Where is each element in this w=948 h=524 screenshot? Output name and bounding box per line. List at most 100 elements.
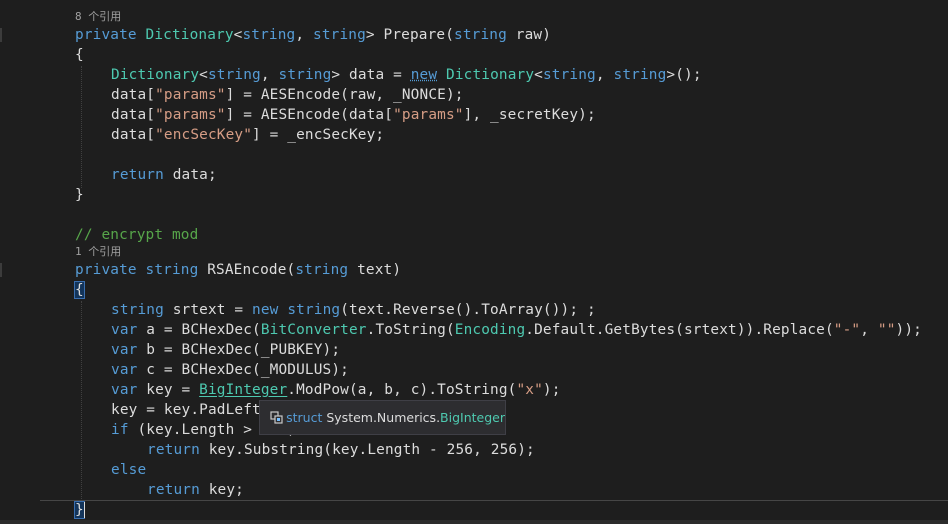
token: raw) [506, 27, 552, 43]
token: string [313, 27, 366, 43]
token: Dictionary [111, 67, 200, 83]
token: string [111, 302, 164, 318]
token: "params" [155, 107, 226, 123]
token: (text.Reverse().ToArray()); ; [340, 302, 596, 318]
quick-info-tooltip: struct System.Numerics. BigInteger [259, 400, 506, 435]
token: return [111, 167, 164, 183]
token: ], _secretKey); [463, 107, 596, 123]
current-line-highlight [40, 500, 948, 522]
indent-guide [81, 66, 82, 188]
tooltip-kind: struct [286, 410, 323, 425]
token: , [260, 67, 279, 83]
token: new [252, 302, 279, 318]
token: BitConverter [260, 322, 367, 338]
token: .ModPow(a, b, c).ToString( [287, 382, 517, 398]
token: ); [542, 382, 561, 398]
token: } [75, 187, 84, 203]
code-line[interactable]: string srtext = new string(text.Reverse(… [111, 300, 596, 320]
tooltip-type: BigInteger [440, 410, 505, 425]
indent-guide [81, 301, 82, 499]
token: "encSecKey" [155, 127, 253, 143]
token: < [199, 67, 208, 83]
code-line[interactable]: var a = BCHexDec(BitConverter.ToString(E… [111, 320, 922, 340]
code-line[interactable]: data["params"] = AESEncode(data["params"… [111, 105, 596, 125]
token: if [111, 422, 129, 438]
codelens-references[interactable]: 1 个引用 [75, 244, 121, 260]
token: private [75, 262, 146, 278]
token: .ToString( [366, 322, 455, 338]
token: return [147, 442, 200, 458]
token: key = key.PadLeft [111, 402, 261, 418]
matched-brace: { [74, 281, 85, 299]
token: string [613, 67, 667, 83]
tooltip-namespace: System.Numerics. [326, 410, 441, 425]
token: private [75, 27, 146, 43]
token: else [111, 462, 147, 478]
hovered-type-link[interactable]: BigInteger [199, 382, 287, 398]
token: < [534, 67, 543, 83]
token: Dictionary [446, 67, 535, 83]
token: { [75, 47, 84, 63]
code-line[interactable]: return key.Substring(key.Length - 256, 2… [147, 440, 535, 460]
token: string [278, 67, 332, 83]
code-line[interactable]: var c = BCHexDec(_MODULUS); [111, 360, 349, 380]
token: srtext = [163, 302, 253, 318]
token: "x" [516, 382, 543, 398]
token: , [295, 27, 314, 43]
token: >(); [666, 67, 702, 83]
token: "params" [155, 87, 226, 103]
token: "-" [833, 322, 861, 338]
code-line[interactable]: return data; [111, 165, 217, 185]
token: var [111, 322, 138, 338]
code-line[interactable]: // encrypt mod [75, 225, 198, 245]
token: > Prepare( [365, 27, 455, 43]
token: string [295, 262, 349, 278]
token: key.Substring(key.Length - 256, 256); [199, 442, 535, 458]
token: string [242, 27, 296, 43]
token: data[ [111, 127, 156, 143]
token: a = BCHexDec( [137, 322, 261, 338]
gutter-marker [0, 28, 2, 42]
code-line[interactable]: Dictionary<string, string> data = new Di… [111, 65, 702, 85]
token: var [111, 362, 138, 378]
matched-brace: } [74, 501, 85, 519]
code-line[interactable]: { [74, 280, 85, 300]
struct-icon [270, 410, 283, 425]
horizontal-scrollbar[interactable] [0, 520, 948, 524]
code-line[interactable]: data["params"] = AESEncode(raw, _NONCE); [111, 85, 464, 105]
token: var [111, 382, 138, 398]
token: b = BCHexDec(_PUBKEY); [137, 342, 341, 358]
code-line[interactable]: key = key.PadLeft [111, 400, 261, 420]
code-line[interactable]: private string RSAEncode(string text) [75, 260, 401, 280]
token: string [454, 27, 507, 43]
code-line[interactable]: var b = BCHexDec(_PUBKEY); [111, 340, 340, 360]
token: .Default.GetBytes(srtext)).Replace( [525, 322, 834, 338]
code-line[interactable]: return key; [147, 480, 244, 500]
code-line[interactable]: } [75, 185, 84, 205]
code-line[interactable]: var key = BigInteger.ModPow(a, b, c).ToS… [111, 380, 561, 400]
token: new [410, 67, 438, 83]
token: data; [163, 167, 217, 183]
token: return [147, 482, 200, 498]
comment: // encrypt mod [75, 227, 199, 243]
token: data[ [111, 107, 156, 123]
token: key = [137, 382, 200, 398]
code-line[interactable]: data["encSecKey"] = _encSecKey; [111, 125, 384, 145]
token: Encoding [454, 322, 526, 338]
codelens-references[interactable]: 8 个引用 [75, 9, 121, 25]
token: RSAEncode( [198, 262, 296, 278]
code-line[interactable]: private Dictionary<string, string> Prepa… [75, 25, 551, 45]
token: , [595, 67, 614, 83]
token: c = BCHexDec(_MODULUS); [137, 362, 349, 378]
token: text) [348, 262, 402, 278]
code-line[interactable]: { [75, 45, 84, 65]
token: key; [199, 482, 244, 498]
token: data[ [111, 87, 156, 103]
code-editor[interactable]: 8 个引用 private Dictionary<string, string>… [0, 0, 948, 524]
code-line[interactable]: } [74, 500, 85, 520]
code-line[interactable]: else [111, 460, 146, 480]
token: string [145, 262, 199, 278]
gutter-marker [0, 263, 2, 277]
